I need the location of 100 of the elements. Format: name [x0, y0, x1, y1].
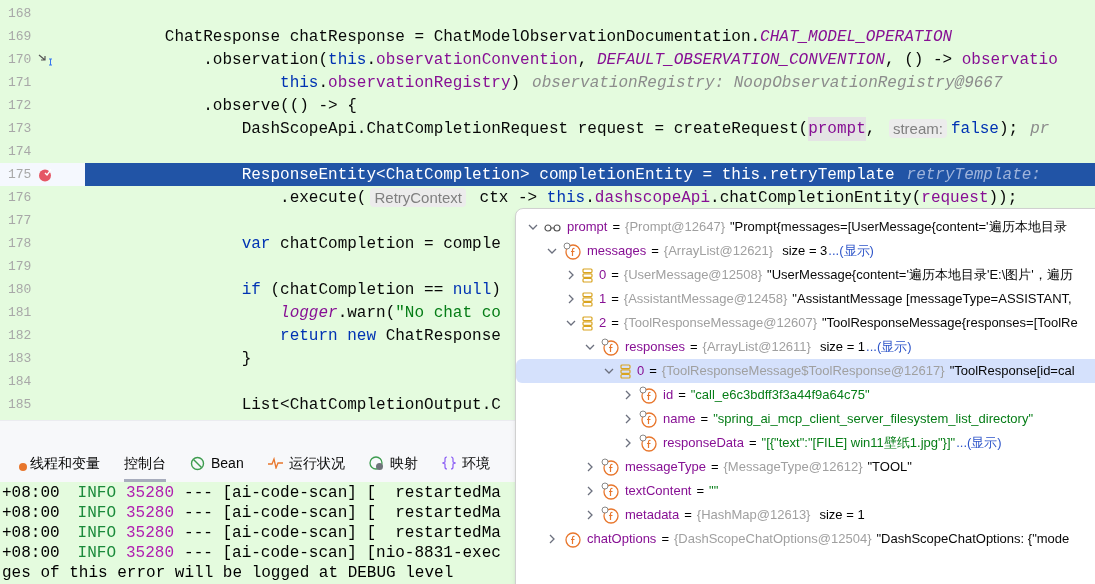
tree-row[interactable]: responseData = "[{"text":"[FILE] win11壁纸1.jpg"}]"...(显示) [516, 431, 1095, 455]
variable-value: "AssistantMessage [messageType=ASSISTANT, [792, 290, 1072, 309]
variable-value: "Prompt{messages=[UserMessage{content='遍历本地目录 [730, 218, 1067, 237]
equals-sign: = [690, 338, 698, 357]
show-link[interactable]: ...(显示) [866, 337, 912, 357]
chevron-down-icon[interactable] [604, 366, 614, 376]
chevron-right-icon[interactable] [547, 534, 557, 544]
inline-value-hint: observationRegistry: NoopObservationRegistry@9667 [532, 72, 1003, 94]
show-link[interactable]: ...(显示) [828, 241, 874, 261]
log-message: --- [ai-code-scan] [ restartedMa [184, 523, 501, 544]
code-field: dashscopeApi [594, 185, 711, 210]
variable-name: 0 [599, 266, 607, 285]
line-number: 176 [7, 188, 33, 207]
type-label: {ToolResponseMessage@12607} [623, 314, 817, 333]
code-text: .execute( [279, 187, 367, 209]
variable-name: 1 [599, 290, 607, 309]
variable-name: textContent [625, 482, 692, 501]
chevron-right-icon[interactable] [585, 462, 595, 472]
equals-sign: = [649, 362, 657, 381]
code-text: , [865, 118, 877, 140]
show-link[interactable]: ...(显示) [956, 433, 1002, 453]
log-timestamp: +08:00 [2, 503, 60, 524]
breakpoint-icon[interactable] [38, 167, 52, 182]
equals-sign: = [696, 482, 705, 501]
equals-sign: = [661, 530, 669, 549]
variable-value: "TOOL" [867, 458, 912, 477]
line-number: 174 [7, 142, 33, 161]
line-number: 180 [7, 280, 33, 299]
chevron-down-icon[interactable] [547, 246, 557, 256]
chevron-right-icon[interactable] [566, 294, 576, 304]
tool-window-tab[interactable]: Bean [190, 447, 244, 482]
tree-row[interactable]: chatOptions = {DashScopeChatOptions@12504} "DashScopeChatOptions: {"mode [516, 527, 1095, 551]
variable-name: messageType [625, 458, 706, 477]
code-keyword: this [279, 72, 319, 94]
type-label: {UserMessage@12508} [623, 266, 763, 285]
equals-sign: = [700, 410, 709, 429]
line-number: 182 [7, 326, 33, 345]
line-number: 181 [7, 303, 33, 322]
equals-sign: = [684, 506, 692, 525]
tree-row[interactable]: 1 = {AssistantMessage@12458} "AssistantMessage [messageType=ASSISTANT, [516, 287, 1095, 311]
code-constant: logger [279, 302, 338, 324]
code-keyword: this [546, 187, 586, 209]
type-label: {Prompt@12647} [625, 218, 725, 237]
type-label: {DashScopeChatOptions@12504} [673, 530, 872, 549]
inline-value-hint: retryTemplate: [906, 164, 1041, 186]
tool-window-tab[interactable]: 环境 [441, 447, 490, 482]
variable-name: 2 [599, 314, 607, 333]
log-level: INFO [77, 483, 116, 504]
log-level: INFO [77, 503, 116, 524]
chevron-down-icon[interactable] [528, 222, 538, 232]
code-text: ) [491, 279, 501, 301]
code-field: prompt [808, 116, 866, 141]
tree-row[interactable]: messageType = {MessageType@12612} "TOOL" [516, 455, 1095, 479]
variable-name: 0 [637, 362, 645, 381]
code-text: .observation( [202, 49, 329, 71]
tree-row[interactable]: textContent = "" [516, 479, 1095, 503]
chevron-down-icon[interactable] [585, 342, 595, 352]
type-label: {HashMap@12613} [696, 506, 811, 525]
tree-row[interactable]: name = "spring_ai_mcp_client_server_filesystem_list_directory" [516, 407, 1095, 431]
tree-row[interactable]: metadata = {HashMap@12613} size = 1 [516, 503, 1095, 527]
tree-row[interactable]: 2 = {ToolResponseMessage@12607} "ToolResponseMessage{responses=[ToolRe [516, 311, 1095, 335]
chevron-right-icon[interactable] [623, 390, 633, 400]
type-label: {ArrayList@12611} [702, 338, 811, 357]
code-text: )); [988, 187, 1018, 209]
code-text: DashScopeApi.ChatCompletionRequest request = createRequest( [240, 118, 809, 140]
equals-sign: = [651, 242, 659, 261]
code-text: .observe(() -> { [202, 95, 357, 117]
line-number: 173 [7, 119, 33, 138]
tree-row[interactable]: id = "call_e6c3bdff3f3a44f9a64c75" [516, 383, 1095, 407]
tree-row[interactable]: messages = {ArrayList@12621} size = 3...(显示) [516, 239, 1095, 263]
selected-tree-row[interactable]: 0 = {ToolResponseMessage$ToolResponse@12617} "ToolResponse[id=cal [516, 359, 1095, 383]
chevron-right-icon[interactable] [585, 510, 595, 520]
chevron-down-icon[interactable] [566, 318, 576, 328]
code-text: List<ChatCompletionOutput.C [240, 394, 501, 416]
equals-sign: = [611, 266, 619, 285]
tool-window-tab[interactable]: 运行状况 [267, 447, 345, 482]
chevron-right-icon[interactable] [585, 486, 595, 496]
tree-row[interactable]: prompt = {Prompt@12647} "Prompt{messages=[UserMessage{content='遍历本地目录 [516, 215, 1095, 239]
tool-window-tab[interactable]: 映射 [368, 447, 418, 482]
equals-sign: = [612, 218, 621, 237]
code-field: observationRegistry [328, 70, 511, 95]
variable-name: responses [625, 338, 685, 357]
line-number: 171 [7, 73, 33, 92]
line-number: 169 [7, 27, 33, 46]
code-text: ChatResponse [384, 325, 501, 347]
tree-row[interactable]: responses = {ArrayList@12611} size = 1...(显示) [516, 335, 1095, 359]
chevron-right-icon[interactable] [623, 438, 633, 448]
line-number: 185 [7, 395, 33, 414]
line-number: 178 [7, 234, 33, 253]
no-entry-icon [190, 455, 205, 471]
code-text: .chatCompletionEntity( [710, 187, 922, 209]
tool-window-tab[interactable]: 线程和变量 [18, 447, 100, 482]
log-timestamp: +08:00 [2, 483, 60, 504]
code-text: ChatResponse chatResponse = ChatModelObservationDocumentation. [163, 26, 761, 48]
string-value: "call_e6c3bdff3f3a44f9a64c75" [690, 386, 870, 405]
tree-row[interactable]: 0 = {UserMessage@12508} "UserMessage{content='遍历本地目录'E:\图片'，遍历 [516, 263, 1095, 287]
variable-name: name [663, 410, 696, 429]
chevron-right-icon[interactable] [566, 270, 576, 280]
code-text: . [366, 49, 377, 71]
chevron-right-icon[interactable] [623, 414, 633, 424]
